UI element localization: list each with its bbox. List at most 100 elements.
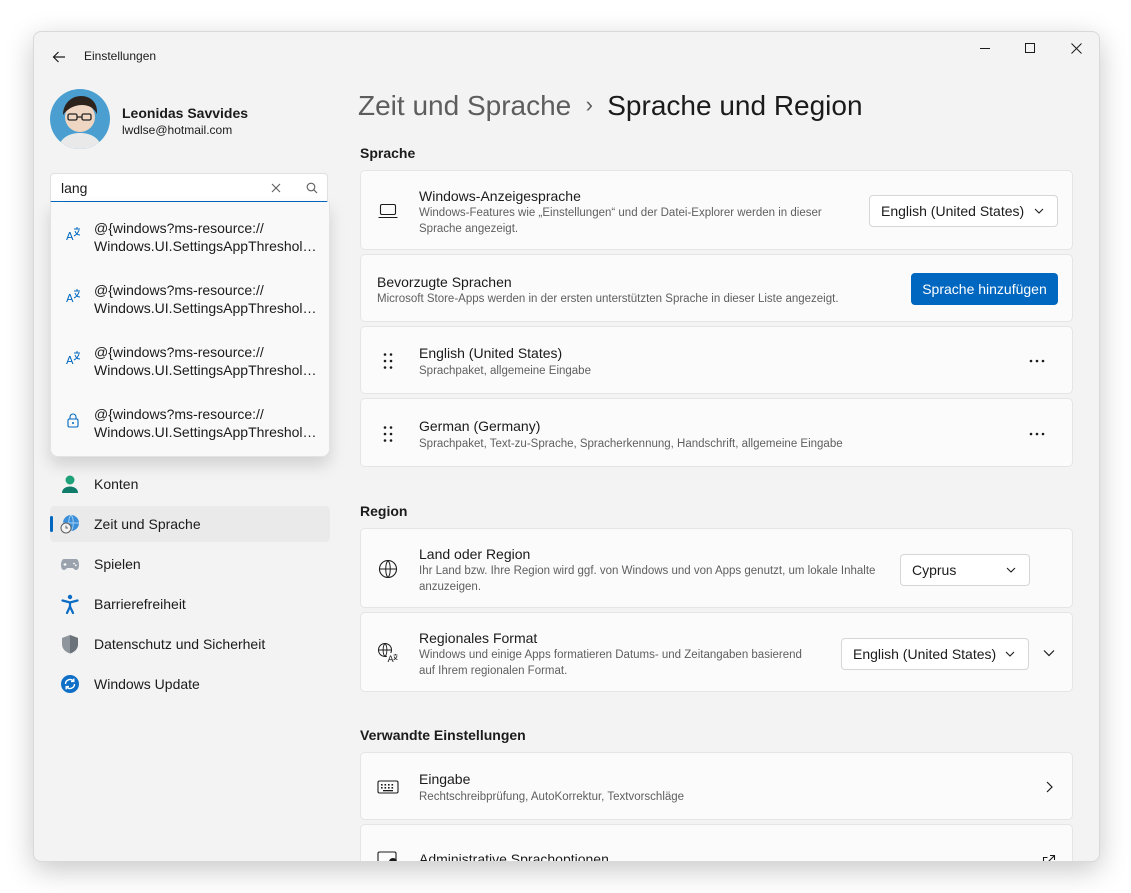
- suggestion-line1: @{windows?ms-resource://: [94, 406, 264, 422]
- suggestion-line2: Windows.UI.SettingsAppThreshold/SearchRe…: [94, 300, 322, 316]
- regional-format-card[interactable]: A Regionales Format Windows und einige A…: [360, 612, 1073, 692]
- regional-format-dropdown[interactable]: English (United States): [841, 638, 1029, 670]
- more-icon: [1029, 359, 1045, 363]
- section-title-sprache: Sprache: [360, 145, 416, 161]
- section-title-related: Verwandte Einstellungen: [360, 727, 526, 743]
- suggestion-line2: Windows.UI.SettingsAppThreshold/SearchRe…: [94, 424, 322, 440]
- display-language-dropdown[interactable]: English (United States): [869, 195, 1058, 227]
- clear-search-button[interactable]: [265, 178, 287, 198]
- chevron-down-icon: [1034, 208, 1044, 214]
- monitor-icon: [377, 200, 399, 222]
- minimize-button[interactable]: [962, 32, 1008, 64]
- search-icon: [306, 182, 318, 194]
- suggestion-item[interactable]: @{windows?ms-resource:// Windows.UI.Sett…: [51, 388, 329, 450]
- svg-text:A: A: [66, 354, 74, 366]
- expand-button[interactable]: [1037, 641, 1061, 665]
- time-language-icon: [60, 514, 79, 534]
- admin-language-icon: [377, 848, 399, 861]
- more-options-button[interactable]: [1023, 347, 1051, 375]
- svg-text:A: A: [66, 230, 74, 242]
- country-dropdown[interactable]: Cyprus: [900, 554, 1030, 586]
- maximize-icon: [1024, 42, 1035, 53]
- keyboard-icon: [377, 776, 399, 798]
- page-title: Sprache und Region: [607, 90, 863, 121]
- language-name: German (Germany): [419, 418, 541, 434]
- gaming-icon: [61, 559, 79, 570]
- suggestion-line2: Windows.UI.SettingsAppThreshold/SearchRe…: [94, 362, 322, 378]
- avatar: [50, 89, 110, 149]
- suggestion-item[interactable]: A @{windows?ms-resource:// Windows.UI.Se…: [51, 264, 329, 326]
- maximize-button[interactable]: [1007, 32, 1053, 64]
- app-title: Einstellungen: [84, 49, 157, 63]
- svg-text:A: A: [388, 655, 395, 664]
- card-title: Windows-Anzeigesprache: [419, 188, 581, 204]
- suggestion-item[interactable]: A @{windows?ms-resource:// Windows.UI.Se…: [51, 326, 329, 388]
- accounts-icon: [62, 475, 78, 493]
- sidebar-item-datenschutz[interactable]: Datenschutz und Sicherheit: [50, 626, 330, 662]
- back-button[interactable]: [48, 46, 70, 68]
- drag-handle-icon[interactable]: [377, 350, 399, 372]
- sidebar-item-spielen[interactable]: Spielen: [50, 546, 330, 582]
- card-title: Land oder Region: [419, 546, 531, 562]
- card-description: Windows-Features wie „Einstellungen“ und…: [419, 207, 822, 235]
- globe-icon: [377, 558, 399, 580]
- admin-language-card[interactable]: Administrative Sprachoptionen: [360, 824, 1073, 861]
- sidebar-item-konten[interactable]: Konten: [50, 466, 330, 502]
- country-region-card: Land oder Region Ihr Land bzw. Ihre Regi…: [360, 528, 1073, 608]
- more-options-button[interactable]: [1023, 420, 1051, 448]
- close-icon: [1070, 42, 1082, 54]
- section-title-region: Region: [360, 503, 408, 519]
- suggestion-line1: @{windows?ms-resource://: [94, 220, 264, 236]
- card-title: Regionales Format: [419, 630, 538, 646]
- chevron-down-icon: [1043, 650, 1055, 657]
- card-description: Microsoft Store-Apps werden in der erste…: [377, 293, 839, 305]
- close-icon: [271, 183, 281, 193]
- chevron-down-icon: [1005, 651, 1015, 657]
- suggestion-line1: @{windows?ms-resource://: [94, 282, 264, 298]
- suggestion-item[interactable]: A @{windows?ms-resource:// Windows.UI.Se…: [51, 202, 329, 264]
- add-language-button[interactable]: Sprache hinzufügen: [911, 273, 1058, 305]
- chevron-right-icon: [1039, 777, 1059, 797]
- breadcrumb: Zeit und Sprache › Sprache und Region: [358, 90, 863, 122]
- more-icon: [1029, 432, 1045, 436]
- back-arrow-icon: [52, 51, 65, 63]
- breadcrumb-parent[interactable]: Zeit und Sprache: [358, 90, 571, 121]
- search-suggestions: A @{windows?ms-resource:// Windows.UI.Se…: [50, 202, 330, 457]
- selection-indicator: [50, 516, 53, 532]
- drag-handle-icon[interactable]: [377, 423, 399, 445]
- card-title: Eingabe: [419, 771, 471, 787]
- language-name: English (United States): [419, 345, 563, 361]
- sidebar-nav: Konten Zeit und Sprache Spielen Barriere…: [50, 466, 330, 706]
- language-description: Sprachpaket, allgemeine Eingabe: [419, 365, 591, 377]
- language-icon: A: [66, 351, 81, 366]
- sidebar-item-windows-update[interactable]: Windows Update: [50, 666, 330, 702]
- chevron-down-icon: [1006, 567, 1016, 573]
- external-link-icon: [1039, 851, 1059, 861]
- minimize-icon: [979, 47, 990, 49]
- sidebar-item-zeit-und-sprache[interactable]: Zeit und Sprache: [50, 506, 330, 542]
- lock-icon: [67, 413, 79, 428]
- search-box[interactable]: [50, 173, 328, 203]
- card-description: Windows und einige Apps formatieren Datu…: [419, 649, 802, 677]
- language-description: Sprachpaket, Text-zu-Sprache, Spracherke…: [419, 438, 843, 450]
- language-icon: A: [66, 289, 81, 304]
- suggestion-line1: @{windows?ms-resource://: [94, 344, 264, 360]
- search-button[interactable]: [301, 178, 323, 198]
- close-button[interactable]: [1053, 32, 1099, 64]
- card-description: Rechtschreibprüfung, AutoKorrektur, Text…: [419, 791, 685, 803]
- sidebar-item-barrierefreiheit[interactable]: Barrierefreiheit: [50, 586, 330, 622]
- preferred-languages-card: Bevorzugte Sprachen Microsoft Store-Apps…: [360, 254, 1073, 322]
- svg-text:A: A: [66, 292, 74, 304]
- update-icon: [61, 675, 79, 693]
- breadcrumb-separator: ›: [585, 92, 593, 117]
- regional-format-icon: A: [377, 642, 399, 664]
- accessibility-icon: [61, 594, 79, 614]
- user-name: Leonidas Savvides: [122, 105, 249, 121]
- card-title: Bevorzugte Sprachen: [377, 274, 512, 290]
- suggestion-line2: Windows.UI.SettingsAppThreshold/SearchRe…: [94, 238, 322, 254]
- language-icon: A: [66, 227, 81, 242]
- search-input[interactable]: [61, 179, 261, 197]
- settings-window: Einstellungen Leonidas Savvides lwdlse@h…: [33, 31, 1100, 862]
- shield-icon: [62, 635, 78, 654]
- typing-settings-card[interactable]: Eingabe Rechtschreibprüfung, AutoKorrekt…: [360, 752, 1073, 820]
